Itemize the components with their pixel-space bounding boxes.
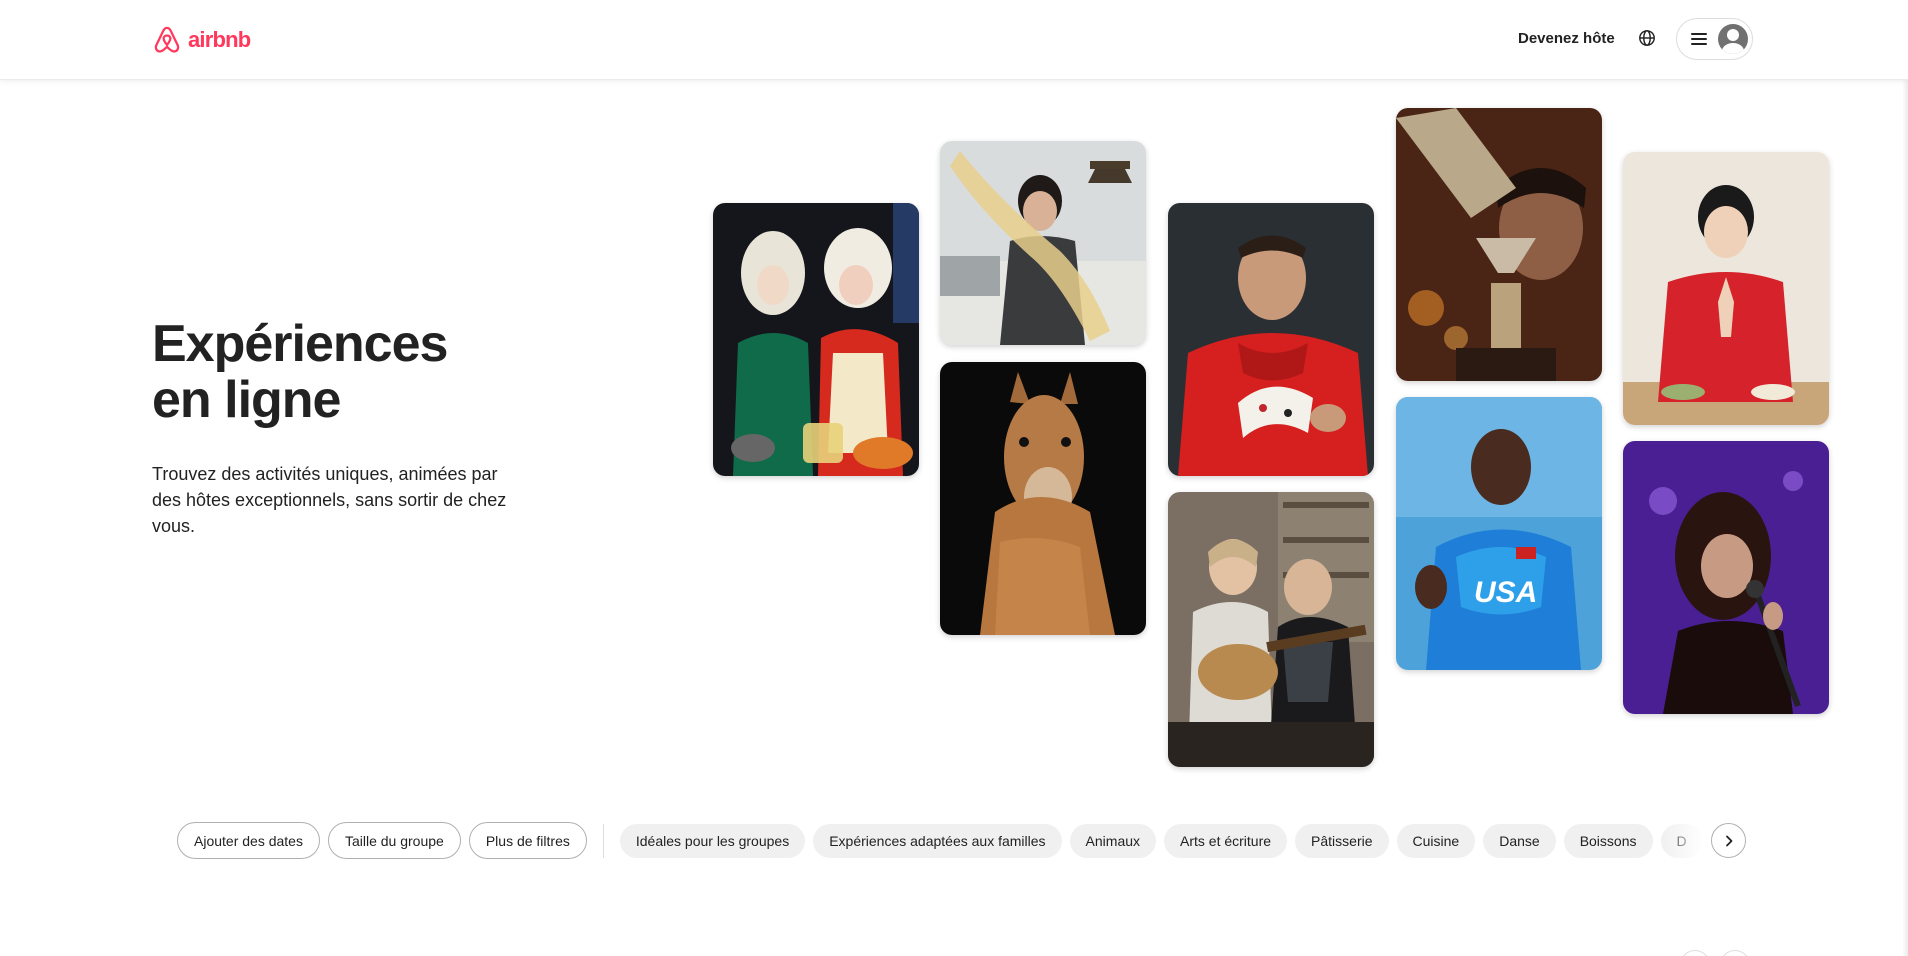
title-line-2: en ligne: [152, 371, 341, 429]
category-families[interactable]: Expériences adaptées aux familles: [813, 823, 1062, 858]
filters-next-button[interactable]: [1711, 823, 1746, 858]
hero-subtitle: Trouvez des activités uniques, animées p…: [152, 464, 507, 536]
become-host-link[interactable]: Devenez hôte: [1512, 28, 1621, 49]
photo-bartender-pouring-cocktail[interactable]: [1396, 108, 1602, 381]
svg-text:USA: USA: [1474, 576, 1537, 609]
airbnb-belo-icon: [154, 26, 180, 53]
category-animals[interactable]: Animaux: [1069, 823, 1157, 858]
filter-divider: [602, 823, 604, 858]
photo-magician-with-cards[interactable]: [1168, 203, 1374, 476]
chevron-right-icon: [1725, 835, 1732, 846]
add-dates-filter[interactable]: Ajouter des dates: [177, 822, 320, 859]
user-avatar-icon: [1718, 24, 1748, 54]
page-title: Expériences en ligne: [152, 315, 448, 429]
category-drinks[interactable]: Boissons: [1563, 823, 1653, 858]
top-header: airbnb Devenez hôte: [0, 0, 1908, 80]
scroll-edge-shadow: [1902, 80, 1908, 956]
category-arts-writing[interactable]: Arts et écriture: [1164, 823, 1288, 858]
user-menu-button[interactable]: [1676, 18, 1753, 60]
photo-guitar-lesson-couple[interactable]: [1168, 492, 1374, 767]
photo-meditation-host[interactable]: [1623, 152, 1829, 425]
carousel-prev-button[interactable]: [1680, 950, 1710, 956]
more-filters-button[interactable]: Plus de filtres: [468, 822, 587, 859]
logo-wordmark: airbnb: [188, 27, 251, 52]
airbnb-logo[interactable]: airbnb: [152, 24, 251, 56]
group-size-filter[interactable]: Taille du groupe: [327, 822, 461, 859]
title-line-1: Expériences: [152, 315, 448, 373]
category-dance[interactable]: Danse: [1483, 823, 1556, 858]
globe-icon[interactable]: [1636, 27, 1658, 49]
hamburger-icon: [1691, 33, 1707, 45]
photo-olympic-athlete-usa[interactable]: USA: [1396, 397, 1602, 670]
carousel-next-button[interactable]: [1720, 950, 1750, 956]
photo-drag-queens-cooking[interactable]: [713, 203, 919, 476]
category-groups[interactable]: Idéales pour les groupes: [619, 823, 806, 858]
photo-llama-portrait[interactable]: [940, 362, 1146, 635]
photo-singer-with-microphone[interactable]: [1623, 441, 1829, 714]
category-pastry[interactable]: Pâtisserie: [1295, 823, 1389, 858]
filter-bar: Ajouter des dates Taille du groupe Plus …: [177, 822, 1703, 859]
category-cooking[interactable]: Cuisine: [1396, 823, 1476, 858]
photo-pastry-chef-dough[interactable]: [940, 141, 1146, 345]
